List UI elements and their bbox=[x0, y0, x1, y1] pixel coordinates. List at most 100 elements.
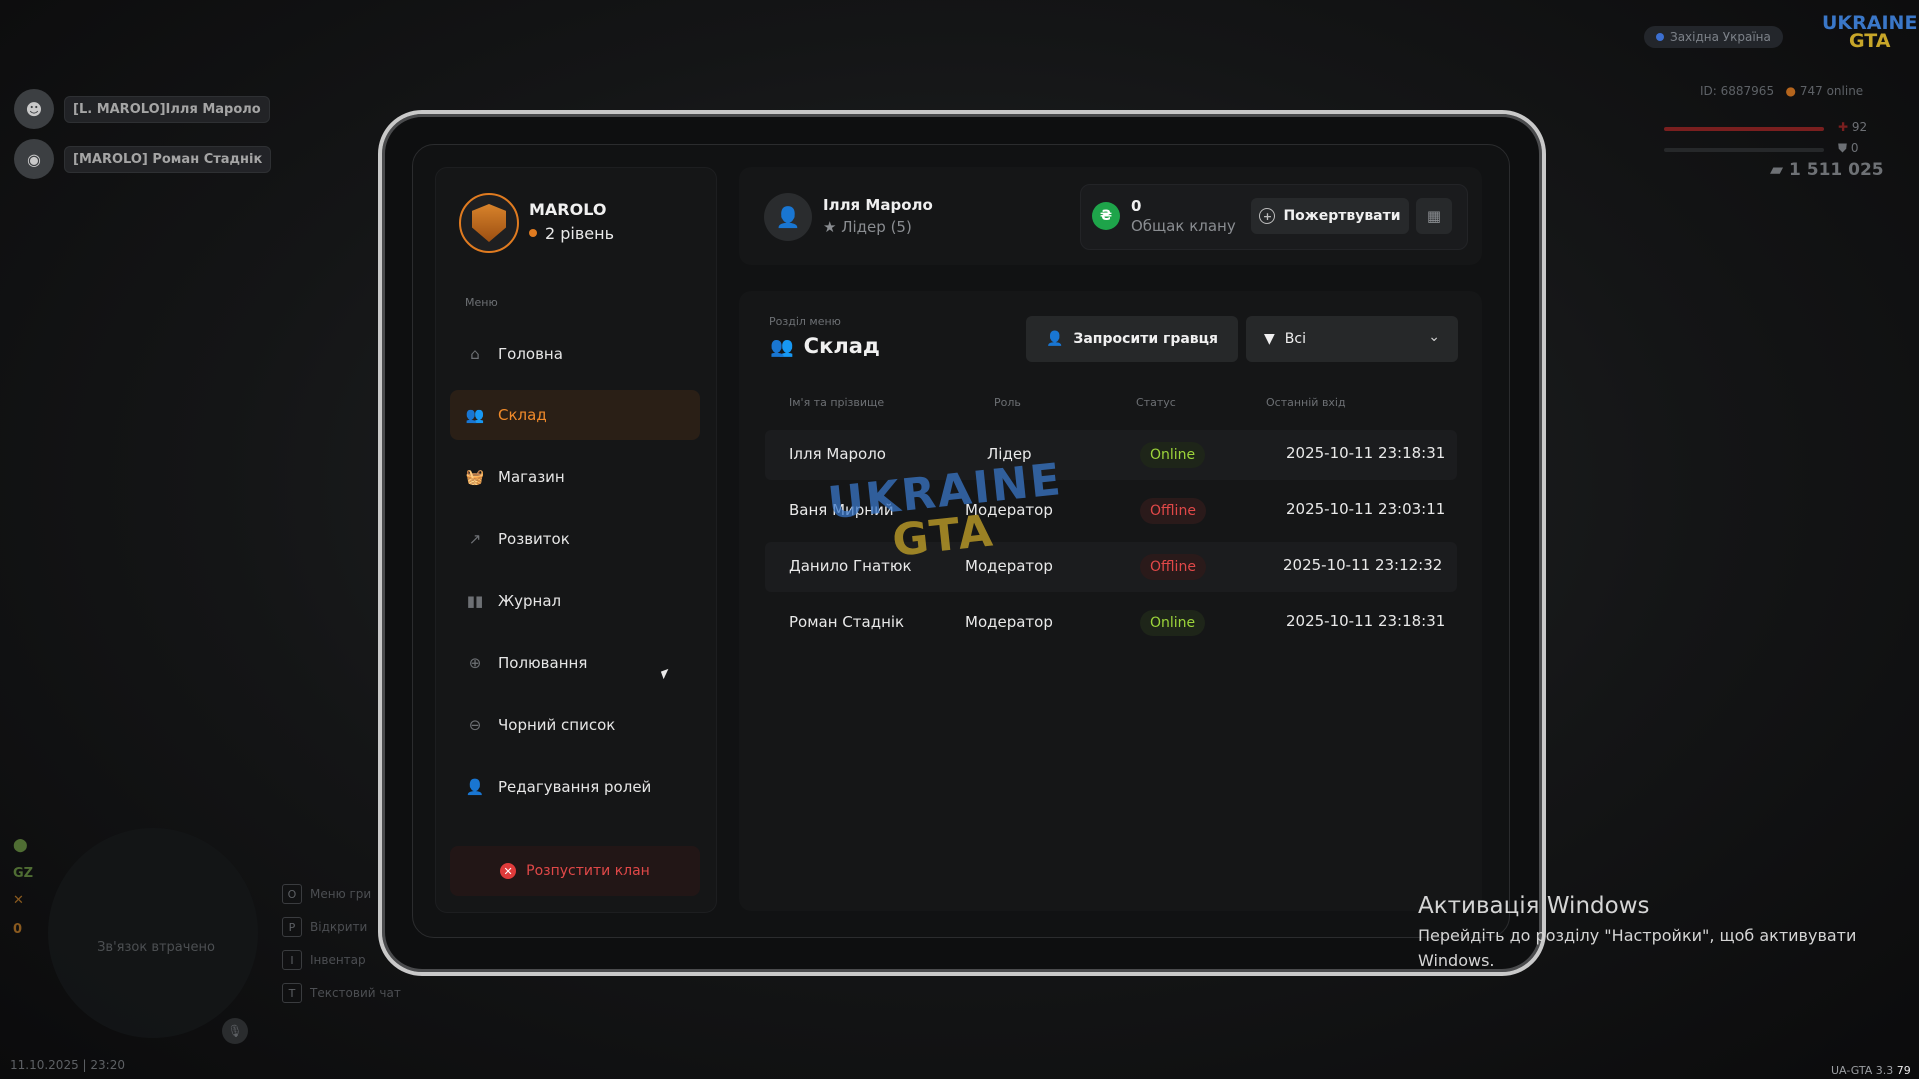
star-icon: ★ bbox=[823, 218, 837, 236]
shield-icon bbox=[1656, 33, 1664, 41]
sidebar-item-journal[interactable]: ▮▮ Журнал bbox=[450, 576, 700, 626]
user-name: Ілля Мароло bbox=[823, 196, 933, 214]
sidebar-item-development[interactable]: ↗ Розвиток bbox=[450, 514, 700, 564]
user-edit-icon: 👤 bbox=[465, 778, 485, 796]
server-logo: UKRAINE GTA bbox=[1822, 14, 1917, 51]
page-title: 👥 Склад bbox=[770, 334, 880, 358]
filter-value: Всі bbox=[1284, 331, 1306, 347]
server-id: ID: 6887965 bbox=[1700, 84, 1775, 98]
book-icon: ▮▮ bbox=[466, 592, 484, 610]
key-label: Текстовий чат bbox=[310, 986, 401, 1000]
shield-status-icon: ⬤ bbox=[13, 838, 28, 853]
version-text: UA-GTA 3.3 bbox=[1831, 1064, 1894, 1077]
history-button[interactable]: ▦ bbox=[1416, 198, 1452, 234]
user-role-text: Лідер (5) bbox=[841, 218, 912, 236]
sidebar-item-label: Магазин bbox=[498, 468, 565, 486]
activation-text: Перейдіть до розділу "Настройки", щоб ак… bbox=[1418, 926, 1857, 970]
status-badge: Offline bbox=[1140, 498, 1206, 524]
status-badge: Online bbox=[1140, 442, 1206, 468]
version-label: UA-GTA 3.3 79 bbox=[1831, 1064, 1911, 1077]
microphone-icon[interactable]: 🎙 bbox=[222, 1018, 248, 1044]
sidebar-item-home[interactable]: ⌂ Головна bbox=[450, 329, 700, 379]
server-id-line: ID: 6887965 ● 747 online bbox=[1700, 84, 1863, 98]
online-count: 747 online bbox=[1799, 84, 1864, 98]
region-label: Західна Україна bbox=[1670, 30, 1771, 44]
hryvnia-coin-icon: ₴ bbox=[1092, 202, 1120, 230]
sidebar-item-hunting[interactable]: ⊕ Полювання bbox=[450, 638, 700, 688]
section-subtitle: Розділ меню bbox=[769, 315, 841, 328]
clan-level-text: 2 рівень bbox=[545, 224, 615, 243]
last-login: 2025-10-11 23:12:32 bbox=[1283, 556, 1443, 574]
chevron-down-icon: ⌄ bbox=[1428, 329, 1440, 345]
armor-number: 0 bbox=[1850, 141, 1859, 155]
treasury-value: 0 bbox=[1131, 197, 1142, 215]
sidebar-item-shop[interactable]: 🧺 Магазин bbox=[450, 452, 700, 502]
filter-select[interactable]: ▼ Всі ⌄ bbox=[1246, 316, 1458, 362]
key-cap: T bbox=[282, 983, 302, 1003]
datetime: 11.10.2025 | 23:20 bbox=[10, 1058, 125, 1072]
group-icon: 👥 bbox=[770, 335, 794, 358]
clan-name: MAROLO bbox=[529, 200, 607, 219]
sidebar-item-label: Чорний список bbox=[498, 716, 616, 734]
player-chip: ◉ [MAROLO] Роман Стаднік bbox=[14, 139, 272, 179]
donate-label: Пожертвувати bbox=[1283, 208, 1401, 224]
close-circle-icon: ✕ bbox=[500, 863, 517, 879]
key-hint: O Меню гри bbox=[282, 884, 371, 904]
sidebar-item-label: Головна bbox=[498, 345, 563, 363]
crosshair-icon: ⊕ bbox=[468, 654, 482, 672]
online-dot-icon: ● bbox=[1785, 84, 1797, 98]
disband-clan-label: Розпустити клан bbox=[526, 863, 650, 879]
money-value: 1 511 025 bbox=[1789, 160, 1884, 180]
health-bar bbox=[1664, 127, 1824, 131]
donate-button[interactable]: + Пожертвувати bbox=[1251, 198, 1409, 234]
key-label: Інвентар bbox=[310, 953, 366, 967]
member-name: Роман Стаднік bbox=[789, 613, 905, 631]
clan-level: 2 рівень bbox=[529, 224, 614, 243]
key-hint: T Текстовий чат bbox=[282, 983, 401, 1003]
column-header: Ім'я та прізвище bbox=[789, 396, 885, 409]
clan-logo bbox=[459, 193, 519, 253]
player-name: [MAROLO] Роман Стаднік bbox=[64, 145, 272, 173]
key-label: Відкрити bbox=[310, 920, 368, 934]
level-dot-icon bbox=[529, 229, 537, 237]
last-login: 2025-10-11 23:18:31 bbox=[1286, 444, 1446, 462]
home-icon: ⌂ bbox=[470, 345, 480, 363]
basket-icon: 🧺 bbox=[465, 468, 485, 486]
page-title-text: Склад bbox=[803, 334, 880, 358]
user-role: ★ Лідер (5) bbox=[823, 218, 912, 236]
block-icon: ⊖ bbox=[468, 716, 482, 734]
minimap bbox=[48, 828, 258, 1038]
sidebar-item-label: Журнал bbox=[498, 592, 562, 610]
region-badge: Західна Україна bbox=[1644, 26, 1783, 48]
version-number: 79 bbox=[1896, 1064, 1911, 1077]
armor-icon: ⛊ bbox=[1838, 141, 1848, 155]
money: ▰ 1 511 025 bbox=[1770, 160, 1884, 180]
sidebar-item-roster[interactable]: 👥 Склад bbox=[450, 390, 700, 440]
health-icon: ✚ bbox=[1838, 120, 1849, 134]
windows-activation-notice: Активація Windows Перейдіть до розділу "… bbox=[1418, 893, 1858, 973]
status-badge: Online bbox=[1140, 610, 1206, 636]
sidebar-item-edit-roles[interactable]: 👤 Редагування ролей bbox=[450, 762, 700, 812]
activation-title: Активація Windows bbox=[1418, 893, 1650, 919]
invite-player-button[interactable]: 👤 Запросити гравця bbox=[1026, 316, 1238, 362]
last-login: 2025-10-11 23:18:31 bbox=[1286, 612, 1446, 630]
status-badge: Offline bbox=[1140, 554, 1206, 580]
sidebar-item-label: Полювання bbox=[498, 654, 588, 672]
player-avatar: ☻ bbox=[14, 89, 54, 129]
key-cap: I bbox=[282, 950, 302, 970]
key-cap: P bbox=[282, 917, 302, 937]
disband-clan-button[interactable]: ✕ Розпустити клан bbox=[450, 846, 700, 896]
armor-value: ⛊ 0 bbox=[1838, 141, 1858, 156]
health-number: 92 bbox=[1851, 120, 1868, 134]
member-name: Ілля Мароло bbox=[789, 445, 886, 463]
sidebar-item-blacklist[interactable]: ⊖ Чорний список bbox=[450, 700, 700, 750]
column-header: Статус bbox=[1136, 396, 1176, 409]
sidebar-item-label: Розвиток bbox=[498, 530, 570, 548]
health-value: ✚ 92 bbox=[1838, 120, 1867, 134]
armor-bar bbox=[1664, 148, 1824, 152]
gz-label: GZ bbox=[13, 866, 34, 881]
member-role: Модератор bbox=[965, 557, 1053, 575]
chart-icon: ↗ bbox=[468, 530, 482, 548]
plus-circle-icon: + bbox=[1259, 208, 1276, 224]
player-name: [L. MAROLO]Ілля Мароло bbox=[64, 95, 270, 123]
